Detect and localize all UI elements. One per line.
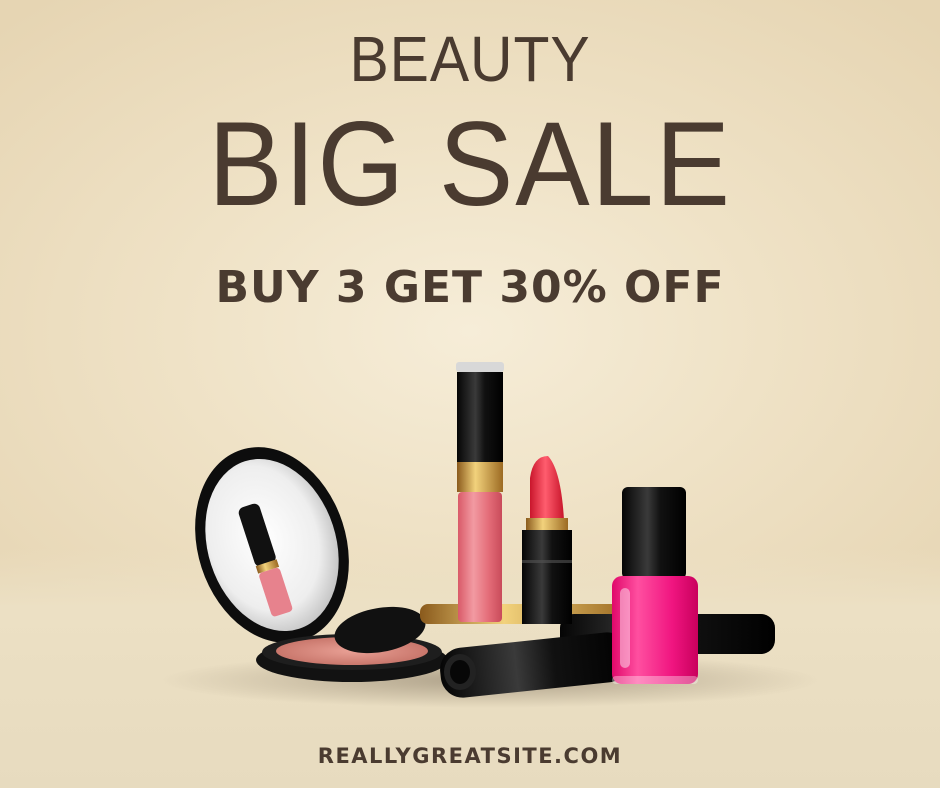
nail-polish <box>612 487 698 684</box>
lip-gloss <box>456 362 504 622</box>
cosmetics-product-image <box>160 362 820 708</box>
lipstick <box>522 456 572 624</box>
website-url[interactable]: REALLYGREATSITE.COM <box>0 744 940 768</box>
